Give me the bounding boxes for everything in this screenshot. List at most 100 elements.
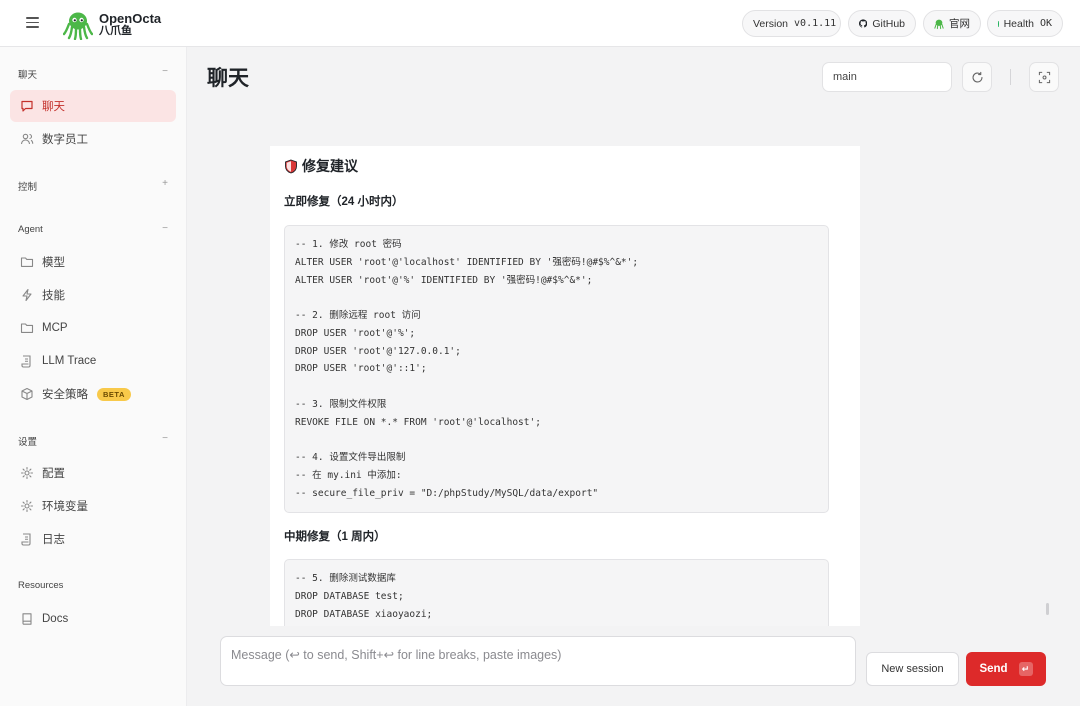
code-line: DROP USER 'root'@'127.0.0.1'; bbox=[295, 345, 461, 357]
refresh-button[interactable] bbox=[962, 62, 992, 92]
brand-name: OpenOcta bbox=[99, 11, 162, 26]
assistant-message: 修复建议 立即修复（24 小时内） -- 1. 修改 root 密码 ALTER… bbox=[270, 146, 860, 626]
brand-name-cn: 八爪鱼 bbox=[99, 25, 132, 37]
sidebar-item-label: 聊天 bbox=[42, 101, 65, 113]
message-title: 修复建议 bbox=[284, 156, 358, 176]
sidebar-item-label: LLM Trace bbox=[42, 355, 97, 367]
chat-icon bbox=[21, 100, 33, 112]
official-site-link[interactable]: 官网 bbox=[923, 10, 981, 37]
message-title-text: 修复建议 bbox=[302, 158, 358, 174]
sidebar-item-label: 数字员工 bbox=[42, 134, 88, 146]
sidebar-section-resources: Resources bbox=[18, 580, 168, 591]
code-block[interactable]: -- 1. 修改 root 密码 ALTER USER 'root'@'loca… bbox=[284, 225, 829, 514]
sidebar-section-agent[interactable]: Agent − bbox=[18, 223, 168, 235]
collapse-icon[interactable]: − bbox=[162, 66, 168, 77]
version-label: Version bbox=[753, 17, 789, 30]
cube-icon bbox=[21, 387, 33, 401]
sidebar-item-docs[interactable]: Docs bbox=[10, 603, 176, 635]
code-line: -- 5. 删除测试数据库 bbox=[295, 573, 396, 584]
code-line: ALTER USER 'root'@'%' IDENTIFIED BY '强密码… bbox=[295, 274, 593, 286]
section-title: Resources bbox=[18, 580, 64, 591]
focus-mode-button[interactable] bbox=[1029, 62, 1059, 92]
sidebar-section-settings[interactable]: 设置 − bbox=[18, 433, 168, 448]
health-value: OK bbox=[1039, 18, 1052, 29]
sidebar-item-label: 安全策略 bbox=[42, 389, 88, 401]
sidebar-item-chat[interactable]: 聊天 bbox=[10, 90, 176, 122]
sidebar: 聊天 − 聊天 数字员工 控制 + Agent − 模型 技能 MCP LLM … bbox=[0, 47, 187, 706]
github-icon bbox=[859, 19, 868, 28]
section-heading: 中期修复（1 周内） bbox=[284, 531, 386, 543]
users-icon bbox=[20, 133, 34, 145]
new-session-button[interactable]: New session bbox=[866, 652, 959, 686]
section-title: 设置 bbox=[18, 437, 38, 448]
code-line: DROP USER 'root'@'%'; bbox=[295, 327, 416, 339]
sidebar-item-models[interactable]: 模型 bbox=[10, 246, 176, 278]
gear-icon bbox=[20, 499, 34, 513]
sidebar-item-logs[interactable]: 日志 bbox=[10, 523, 176, 555]
scrollbar-thumb[interactable] bbox=[1046, 603, 1049, 615]
code-line: DROP USER 'root'@'::1'; bbox=[295, 363, 427, 375]
top-bar: OpenOcta 八爪鱼 Version v0.1.11 GitHub 官网 H… bbox=[0, 0, 1080, 47]
shield-icon bbox=[285, 159, 297, 173]
sidebar-section-chat[interactable]: 聊天 − bbox=[18, 66, 168, 81]
folder-icon bbox=[20, 323, 34, 333]
sidebar-item-env-vars[interactable]: 环境变量 bbox=[10, 490, 176, 522]
book-icon bbox=[22, 613, 32, 625]
enter-key-icon: ↵ bbox=[1018, 662, 1033, 676]
code-line: -- 4. 设置文件导出限制 bbox=[295, 452, 406, 463]
section-title: Agent bbox=[18, 224, 43, 235]
sidebar-item-label: Docs bbox=[42, 613, 69, 625]
divider bbox=[1010, 69, 1011, 85]
collapse-icon[interactable]: − bbox=[162, 223, 168, 234]
code-line: -- 在 my.ini 中添加: bbox=[295, 469, 402, 481]
sidebar-item-skills[interactable]: 技能 bbox=[10, 279, 176, 311]
code-line: DROP DATABASE xiaoyaozi; bbox=[295, 608, 433, 620]
code-line: -- secure_file_priv = "D:/phpStudy/MySQL… bbox=[295, 487, 599, 499]
sidebar-item-security-policy[interactable]: 安全策略 BETA bbox=[10, 378, 176, 410]
send-label: Send bbox=[979, 663, 1008, 675]
page-title: 聊天 bbox=[207, 67, 249, 90]
sidebar-item-label: 日志 bbox=[42, 534, 65, 546]
sidebar-item-label: 配置 bbox=[42, 468, 65, 480]
lightning-icon bbox=[22, 288, 32, 302]
session-key-input[interactable] bbox=[822, 62, 952, 92]
health-status: Health OK bbox=[987, 10, 1063, 37]
section-title: 聊天 bbox=[18, 70, 38, 81]
sidebar-item-label: MCP bbox=[42, 322, 68, 334]
octopus-small-icon bbox=[934, 19, 944, 29]
sidebar-item-llm-trace[interactable]: LLM Trace bbox=[10, 345, 176, 377]
code-line: DROP DATABASE test; bbox=[295, 590, 404, 602]
sidebar-section-control[interactable]: 控制 + bbox=[18, 178, 168, 193]
octopus-logo-icon bbox=[63, 12, 93, 40]
message-input[interactable] bbox=[220, 636, 856, 686]
code-line: REVOKE FILE ON *.* FROM 'root'@'localhos… bbox=[295, 416, 541, 428]
focus-icon bbox=[1038, 71, 1050, 83]
code-line: -- 3. 限制文件权限 bbox=[295, 398, 387, 410]
beta-badge: BETA bbox=[97, 387, 131, 401]
github-label: GitHub bbox=[872, 17, 905, 30]
sidebar-item-label: 技能 bbox=[42, 290, 65, 302]
code-line: -- 1. 修改 root 密码 bbox=[295, 239, 402, 250]
scroll-icon bbox=[21, 533, 31, 546]
sidebar-item-digital-employees[interactable]: 数字员工 bbox=[10, 123, 176, 155]
github-link[interactable]: GitHub bbox=[848, 10, 916, 37]
official-site-label: 官网 bbox=[949, 18, 970, 30]
sidebar-item-label: 环境变量 bbox=[42, 501, 88, 513]
expand-icon[interactable]: + bbox=[162, 178, 168, 189]
sidebar-item-config[interactable]: 配置 bbox=[10, 457, 176, 489]
health-label: Health bbox=[1003, 17, 1034, 30]
version-pill: Version v0.1.11 bbox=[742, 10, 841, 37]
version-value: v0.1.11 bbox=[794, 18, 837, 29]
collapse-icon[interactable]: − bbox=[162, 433, 168, 444]
brand: OpenOcta 八爪鱼 bbox=[99, 12, 161, 38]
section-title: 控制 bbox=[18, 182, 38, 193]
menu-icon[interactable] bbox=[26, 17, 39, 28]
send-button[interactable]: Send ↵ bbox=[966, 652, 1046, 686]
code-block[interactable]: -- 5. 删除测试数据库 DROP DATABASE test; DROP D… bbox=[284, 559, 829, 626]
refresh-icon bbox=[971, 71, 983, 82]
sidebar-item-mcp[interactable]: MCP bbox=[10, 312, 176, 344]
section-heading: 立即修复（24 小时内） bbox=[284, 196, 404, 208]
